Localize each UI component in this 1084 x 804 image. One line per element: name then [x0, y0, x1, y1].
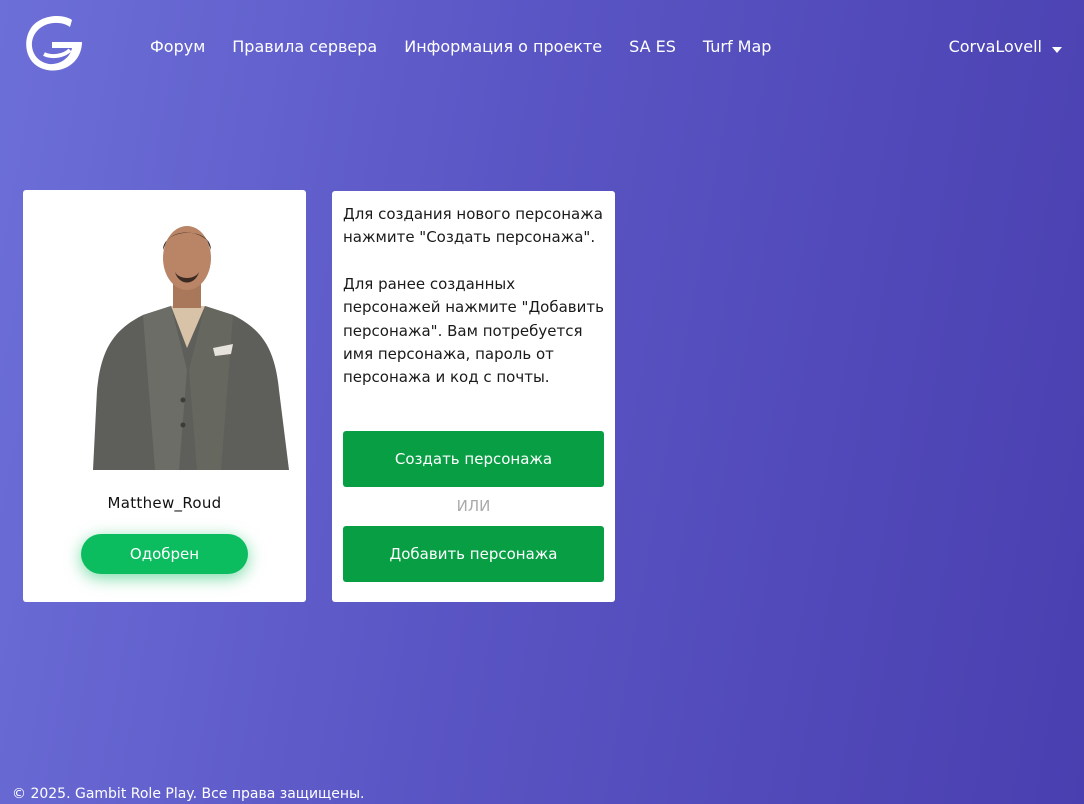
main-nav: Форум Правила сервера Информация о проек…	[150, 37, 771, 56]
character-avatar	[93, 226, 289, 470]
info-text: Для создания нового персонажа нажмите "С…	[343, 203, 608, 390]
character-card[interactable]: Matthew_Roud Одобрен	[23, 190, 306, 602]
status-approved-badge[interactable]: Одобрен	[81, 534, 248, 574]
info-paragraph-add: Для ранее созданных персонажей нажмите "…	[343, 274, 604, 387]
nav-sa-es[interactable]: SA ES	[629, 37, 676, 56]
footer-copyright: © 2025. Gambit Role Play. Все права защи…	[12, 786, 365, 802]
nav-server-rules[interactable]: Правила сервера	[232, 37, 377, 56]
character-name: Matthew_Roud	[107, 494, 222, 512]
user-name: CorvaLovell	[948, 37, 1042, 56]
top-navbar: Форум Правила сервера Информация о проек…	[0, 0, 1084, 95]
info-card: Для создания нового персонажа нажмите "С…	[332, 191, 615, 602]
caret-down-icon	[1052, 46, 1062, 53]
info-paragraph-create: Для создания нового персонажа нажмите "С…	[343, 205, 603, 247]
nav-forum[interactable]: Форум	[150, 37, 205, 56]
create-character-button[interactable]: Создать персонажа	[343, 431, 604, 487]
gambit-logo-icon[interactable]	[22, 14, 84, 72]
nav-project-info[interactable]: Информация о проекте	[404, 37, 602, 56]
nav-turf-map[interactable]: Turf Map	[703, 37, 772, 56]
or-separator: ИЛИ	[456, 497, 491, 515]
add-character-button[interactable]: Добавить персонажа	[343, 526, 604, 582]
user-menu[interactable]: CorvaLovell	[949, 37, 1062, 56]
